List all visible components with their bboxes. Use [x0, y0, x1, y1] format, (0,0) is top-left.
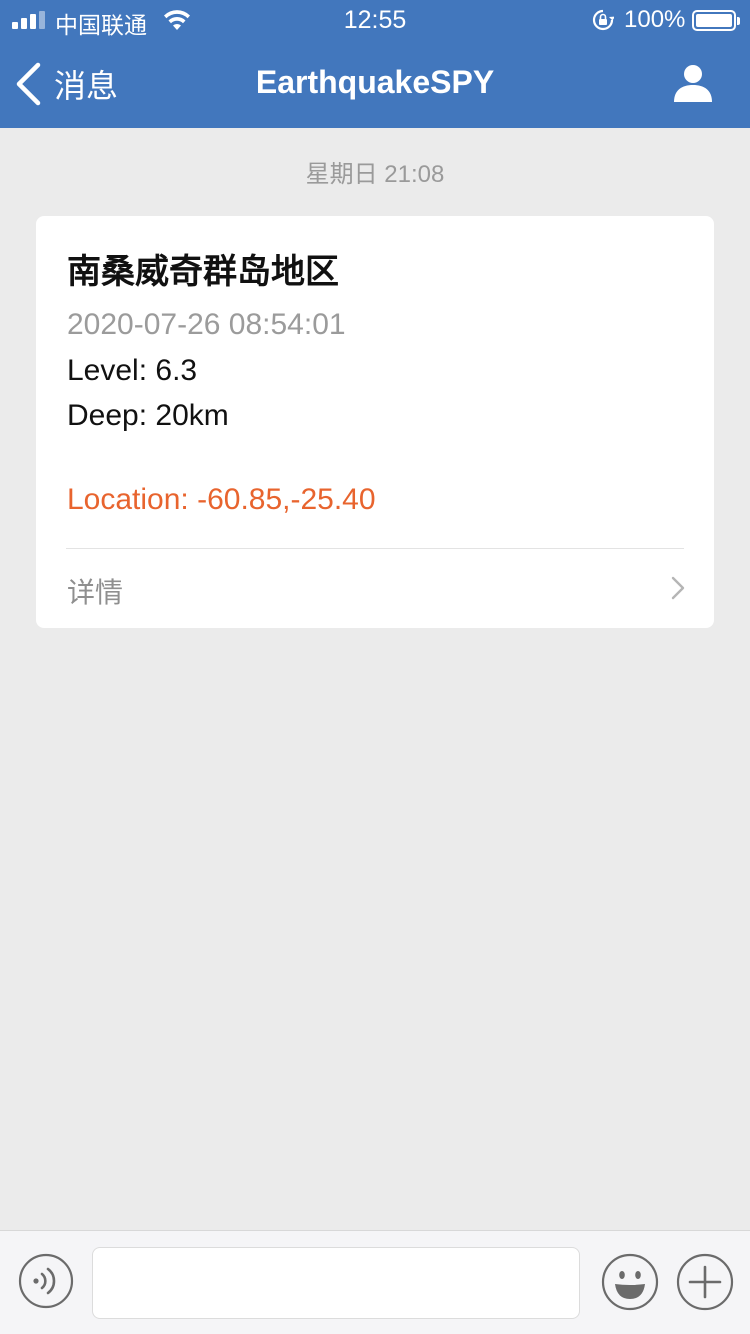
emoji-icon[interactable]	[601, 1253, 659, 1311]
card-date: 2020-07-26 08:54:01	[67, 308, 346, 341]
header: 中国联通 12:55 100% 消息 EarthquakeSPY	[0, 0, 750, 128]
battery-percent: 100%	[624, 6, 686, 33]
details-label: 详情	[67, 577, 124, 608]
card-deep: Deep: 20km	[67, 399, 229, 432]
page-title: EarthquakeSPY	[255, 64, 495, 100]
battery-fill	[696, 14, 732, 27]
details-link[interactable]: 详情	[36, 549, 714, 628]
message-timestamp: 星期日 21:08	[305, 161, 445, 188]
plus-icon[interactable]	[676, 1253, 734, 1311]
card-level: Level: 6.3	[67, 354, 198, 387]
card-location: Location: -60.85,-25.40	[67, 483, 376, 516]
battery-icon	[692, 10, 740, 31]
chevron-right-icon	[671, 576, 685, 600]
earthquake-card[interactable]: 南桑威奇群岛地区 2020-07-26 08:54:01 Level: 6.3 …	[36, 216, 714, 628]
message-input[interactable]	[92, 1247, 580, 1319]
card-title: 南桑威奇群岛地区	[67, 253, 339, 291]
input-bar	[0, 1230, 750, 1334]
rotation-lock-icon	[592, 9, 614, 31]
person-icon[interactable]	[672, 62, 714, 104]
status-bar: 中国联通 12:55 100%	[0, 0, 750, 40]
voice-icon[interactable]	[18, 1253, 74, 1309]
nav-bar: 消息 EarthquakeSPY	[0, 40, 750, 128]
